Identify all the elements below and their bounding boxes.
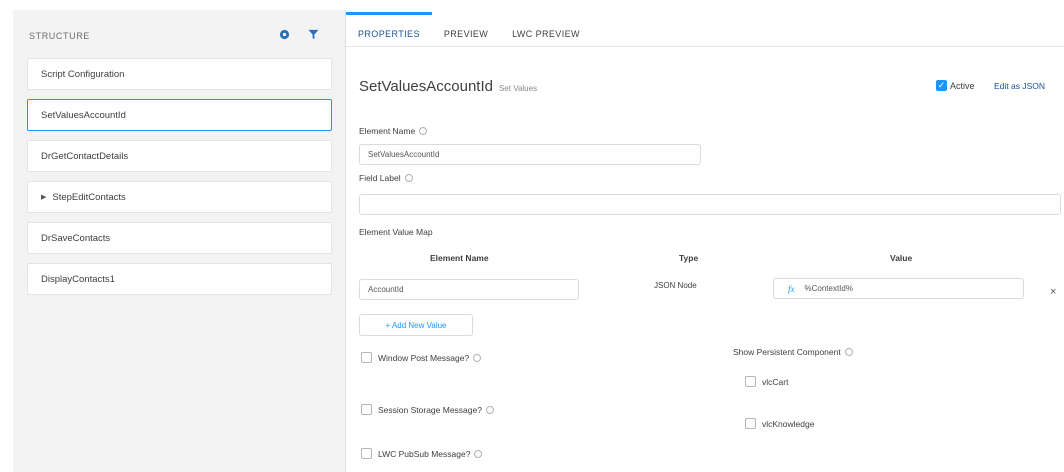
structure-panel: STRUCTURE Script Configuration SetValues… — [13, 10, 346, 472]
step-item-label: DrSaveContacts — [41, 232, 111, 244]
delete-row-icon[interactable]: × — [1050, 286, 1056, 298]
column-header-element-name: Element Name — [430, 253, 489, 263]
field-label-label-text: Field Label — [359, 173, 401, 183]
window-post-message-label: Window Post Message? — [378, 352, 470, 363]
step-item-setvaluesaccountid[interactable]: SetValuesAccountId — [27, 99, 332, 131]
info-icon[interactable] — [473, 353, 482, 362]
step-item-script-configuration[interactable]: Script Configuration — [27, 58, 332, 90]
tab-bar: PROPERTIES PREVIEW LWC PREVIEW — [346, 12, 592, 46]
step-item-label: StepEditContacts — [52, 191, 126, 203]
element-type-badge: Set Values — [498, 84, 538, 93]
info-icon[interactable] — [404, 174, 413, 182]
step-item-label: DrGetContactDetails — [41, 150, 129, 162]
step-item-label: DisplayContacts1 — [41, 273, 115, 285]
element-name-heading: SetValuesAccountId — [359, 78, 493, 95]
step-list: Script Configuration SetValuesAccountId … — [27, 58, 332, 304]
column-header-value: Value — [890, 253, 913, 263]
filter-icon[interactable] — [308, 29, 319, 40]
lwc-pubsub-message-checkbox[interactable] — [361, 448, 372, 459]
persistent-component-label: Show Persistent Component — [733, 347, 853, 357]
field-label-label: Field Label — [359, 173, 413, 183]
map-row-type: JSON Node — [654, 281, 697, 290]
element-name-label: Element Name — [359, 126, 428, 136]
tab-properties[interactable]: PROPERTIES — [346, 12, 432, 46]
persistent-component-label-text: Show Persistent Component — [733, 347, 841, 357]
active-toggle[interactable]: ✓ Active — [936, 80, 975, 91]
lwc-pubsub-message-option[interactable]: LWC PubSub Message? — [361, 448, 483, 459]
column-header-type: Type — [679, 253, 699, 263]
vlc-cart-option[interactable]: vlcCart — [745, 376, 788, 387]
window-post-message-checkbox[interactable] — [361, 352, 372, 363]
session-storage-message-option[interactable]: Session Storage Message? — [361, 404, 494, 415]
element-name-label-text: Element Name — [359, 126, 416, 136]
vlc-knowledge-label: vlcKnowledge — [762, 418, 815, 429]
vlc-knowledge-checkbox[interactable] — [745, 418, 756, 429]
info-icon[interactable] — [485, 405, 494, 414]
value-map-label: Element Value Map — [359, 227, 433, 237]
lwc-pubsub-message-label: LWC PubSub Message? — [378, 448, 471, 459]
active-label: Active — [950, 80, 975, 91]
active-checkbox[interactable]: ✓ — [936, 80, 947, 91]
structure-title: STRUCTURE — [29, 31, 90, 41]
field-label-input[interactable] — [359, 194, 1061, 215]
vlc-knowledge-option[interactable]: vlcKnowledge — [745, 418, 814, 429]
map-row-value-text: %ContextId% — [804, 284, 853, 293]
tab-divider — [346, 46, 1064, 47]
add-new-value-button[interactable]: + Add New Value — [359, 314, 473, 336]
caret-right-icon[interactable]: ▶ — [41, 193, 46, 201]
structure-header: STRUCTURE — [13, 10, 345, 54]
vlc-cart-checkbox[interactable] — [745, 376, 756, 387]
map-row-name-input[interactable]: AccountId — [359, 279, 579, 300]
step-item-drgetcontactdetails[interactable]: DrGetContactDetails — [27, 140, 332, 172]
formula-icon: fx — [788, 283, 795, 294]
edit-as-json-link[interactable]: Edit as JSON — [994, 81, 1045, 91]
map-row-value-input[interactable]: fx %ContextId% — [773, 278, 1024, 299]
info-icon[interactable] — [419, 127, 428, 135]
session-storage-message-checkbox[interactable] — [361, 404, 372, 415]
tab-preview[interactable]: PREVIEW — [432, 12, 500, 46]
window-post-message-option[interactable]: Window Post Message? — [361, 352, 482, 363]
step-item-drsavecontacts[interactable]: DrSaveContacts — [27, 222, 332, 254]
step-item-displaycontacts1[interactable]: DisplayContacts1 — [27, 263, 332, 295]
info-icon[interactable] — [844, 348, 853, 356]
gear-icon[interactable] — [279, 29, 290, 40]
step-item-label: Script Configuration — [41, 68, 125, 80]
element-title: SetValuesAccountId Set Values — [359, 78, 537, 95]
session-storage-message-label: Session Storage Message? — [378, 404, 482, 415]
element-name-input[interactable]: SetValuesAccountId — [359, 144, 701, 165]
tab-lwc-preview[interactable]: LWC PREVIEW — [500, 12, 592, 46]
step-item-label: SetValuesAccountId — [41, 109, 126, 121]
step-item-stepeditcontacts[interactable]: ▶ StepEditContacts — [27, 181, 332, 213]
vlc-cart-label: vlcCart — [762, 376, 789, 387]
info-icon[interactable] — [474, 449, 483, 458]
